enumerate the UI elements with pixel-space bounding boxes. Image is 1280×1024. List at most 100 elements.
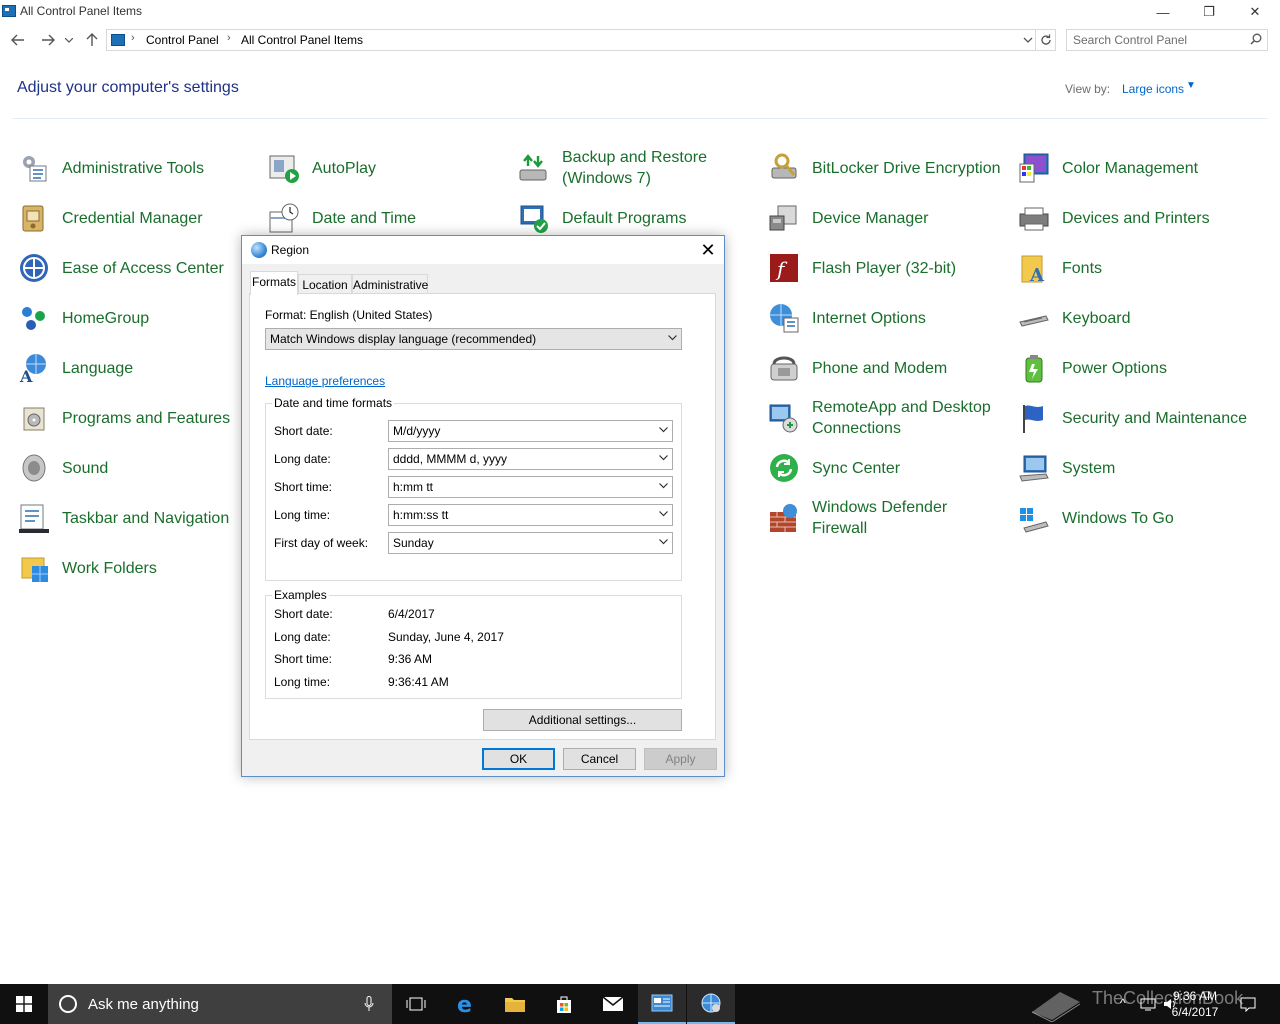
item-label: Credential Manager [62,209,203,227]
region-taskbar-button[interactable] [687,984,735,1024]
search-input[interactable] [1073,32,1243,48]
recent-locations-button[interactable] [62,30,76,50]
microphone-icon[interactable] [364,996,374,1012]
item-remoteapp[interactable]: RemoteApp and Desktop Connections [768,395,1008,441]
item-phone-modem[interactable]: Phone and Modem [768,345,1008,391]
item-windows-defender-firewall[interactable]: Windows Defender Firewall [768,495,1008,541]
item-sound[interactable]: Sound [18,445,258,491]
item-sync-center[interactable]: Sync Center [768,445,1008,491]
breadcrumb-control-panel[interactable]: Control Panel [146,33,219,47]
item-bitlocker[interactable]: BitLocker Drive Encryption [768,145,1008,191]
view-by-dropdown[interactable]: Large icons [1122,82,1184,96]
item-label: Flash Player (32-bit) [812,259,957,277]
cortana-search-box[interactable]: Ask me anything [48,984,392,1024]
long-time-label: Long time: [274,508,331,522]
credential-manager-icon [22,205,44,232]
short-time-value: h:mm tt [393,480,434,494]
tab-location[interactable]: Location [298,274,352,294]
item-language[interactable]: A Language [18,345,258,391]
task-view-button[interactable] [392,984,440,1024]
show-hidden-icons-button[interactable]: ^ [1120,996,1126,1010]
up-button[interactable] [82,30,102,50]
forward-button[interactable] [38,30,58,50]
language-preferences-link[interactable]: Language preferences [265,374,385,388]
additional-settings-button[interactable]: Additional settings... [483,709,682,731]
item-credential-manager[interactable]: Credential Manager [18,195,258,241]
action-center-icon[interactable] [1240,996,1256,1012]
chevron-down-icon[interactable] [1023,33,1033,47]
item-flash-player[interactable]: f Flash Player (32-bit) [768,245,1008,291]
search-icon[interactable] [1250,33,1262,45]
item-keyboard[interactable]: Keyboard [1018,295,1258,341]
clock-date[interactable]: 6/4/2017 [1168,1005,1222,1019]
breadcrumb-all-items[interactable]: All Control Panel Items [241,33,363,47]
example-long-time: 9:36:41 AM [388,675,449,689]
refresh-button[interactable] [1036,29,1056,51]
edge-button[interactable]: e [443,984,491,1024]
restore-button[interactable]: ❐ [1186,0,1232,24]
tab-formats[interactable]: Formats [250,271,298,295]
item-label: Taskbar and Navigation [62,509,230,527]
long-date-dropdown[interactable]: dddd, MMMM d, yyyy [388,448,673,470]
example-short-time: 9:36 AM [388,652,433,666]
close-button[interactable]: ✕ [1232,0,1278,24]
item-security-maintenance[interactable]: Security and Maintenance [1018,395,1258,441]
tab-administrative[interactable]: Administrative [352,274,428,294]
minimize-button[interactable]: — [1140,0,1186,24]
item-system[interactable]: System [1018,445,1258,491]
region-dialog: Region ✕ Formats Location Administrative… [241,235,725,777]
back-button[interactable] [8,30,28,50]
control-panel-taskbar-button[interactable] [638,984,686,1024]
task-view-icon [406,997,426,1011]
example-label: Long time: [274,675,331,689]
item-internet-options[interactable]: Internet Options [768,295,1008,341]
file-explorer-button[interactable] [491,984,539,1024]
apply-button[interactable]: Apply [644,748,717,770]
group-title: Examples [272,588,329,602]
ok-button[interactable]: OK [482,748,555,770]
dialog-close-button[interactable]: ✕ [692,236,724,264]
device-manager-icon [769,205,797,231]
item-device-manager[interactable]: Device Manager [768,195,1008,241]
item-autoplay[interactable]: AutoPlay [268,145,508,191]
caret-down-icon[interactable]: ▼ [1186,80,1196,91]
item-ease-of-access[interactable]: Ease of Access Center [18,245,258,291]
address-bar[interactable]: › Control Panel › All Control Panel Item… [106,29,1036,51]
first-day-of-week-dropdown[interactable]: Sunday [388,532,673,554]
long-time-dropdown[interactable]: h:mm:ss tt [388,504,673,526]
refresh-icon [1040,34,1051,45]
breadcrumb-separator: › [131,32,135,44]
clock-time[interactable]: 9:36 AM [1170,989,1220,1003]
fonts-icon: A [1021,255,1045,284]
search-box[interactable] [1066,29,1268,51]
item-windows-to-go[interactable]: Windows To Go [1018,495,1258,541]
clock-icon [269,203,299,233]
item-administrative-tools[interactable]: Administrative Tools [18,145,258,191]
item-taskbar-navigation[interactable]: Taskbar and Navigation [18,495,258,541]
store-button[interactable] [540,984,588,1024]
item-fonts[interactable]: A Fonts [1018,245,1258,291]
taskbar: Ask me anything e TheCollectionBook ^ 9:… [0,984,1280,1024]
language-icon: A [19,354,46,384]
mail-button[interactable] [589,984,637,1024]
item-programs-features[interactable]: Programs and Features [18,395,258,441]
item-devices-printers[interactable]: Devices and Printers [1018,195,1258,241]
example-label: Short time: [274,652,333,666]
short-date-dropdown[interactable]: M/d/yyyy [388,420,673,442]
item-homegroup[interactable]: HomeGroup [18,295,258,341]
dialog-titlebar: Region ✕ [242,236,724,264]
start-button[interactable] [0,984,48,1024]
network-icon[interactable] [1140,996,1156,1012]
formats-panel: Format: English (United States) Match Wi… [249,293,716,740]
cancel-button[interactable]: Cancel [563,748,636,770]
work-folders-icon [21,557,48,582]
format-label: Format: English (United States) [265,308,433,322]
item-work-folders[interactable]: Work Folders [18,545,258,591]
item-power-options[interactable]: Power Options [1018,345,1258,391]
item-backup-restore[interactable]: Backup and Restore (Windows 7) [518,145,758,191]
chevron-down-icon [659,539,668,545]
phone-icon [770,356,798,381]
short-time-dropdown[interactable]: h:mm tt [388,476,673,498]
format-dropdown[interactable]: Match Windows display language (recommen… [265,328,682,350]
item-color-management[interactable]: Color Management [1018,145,1258,191]
